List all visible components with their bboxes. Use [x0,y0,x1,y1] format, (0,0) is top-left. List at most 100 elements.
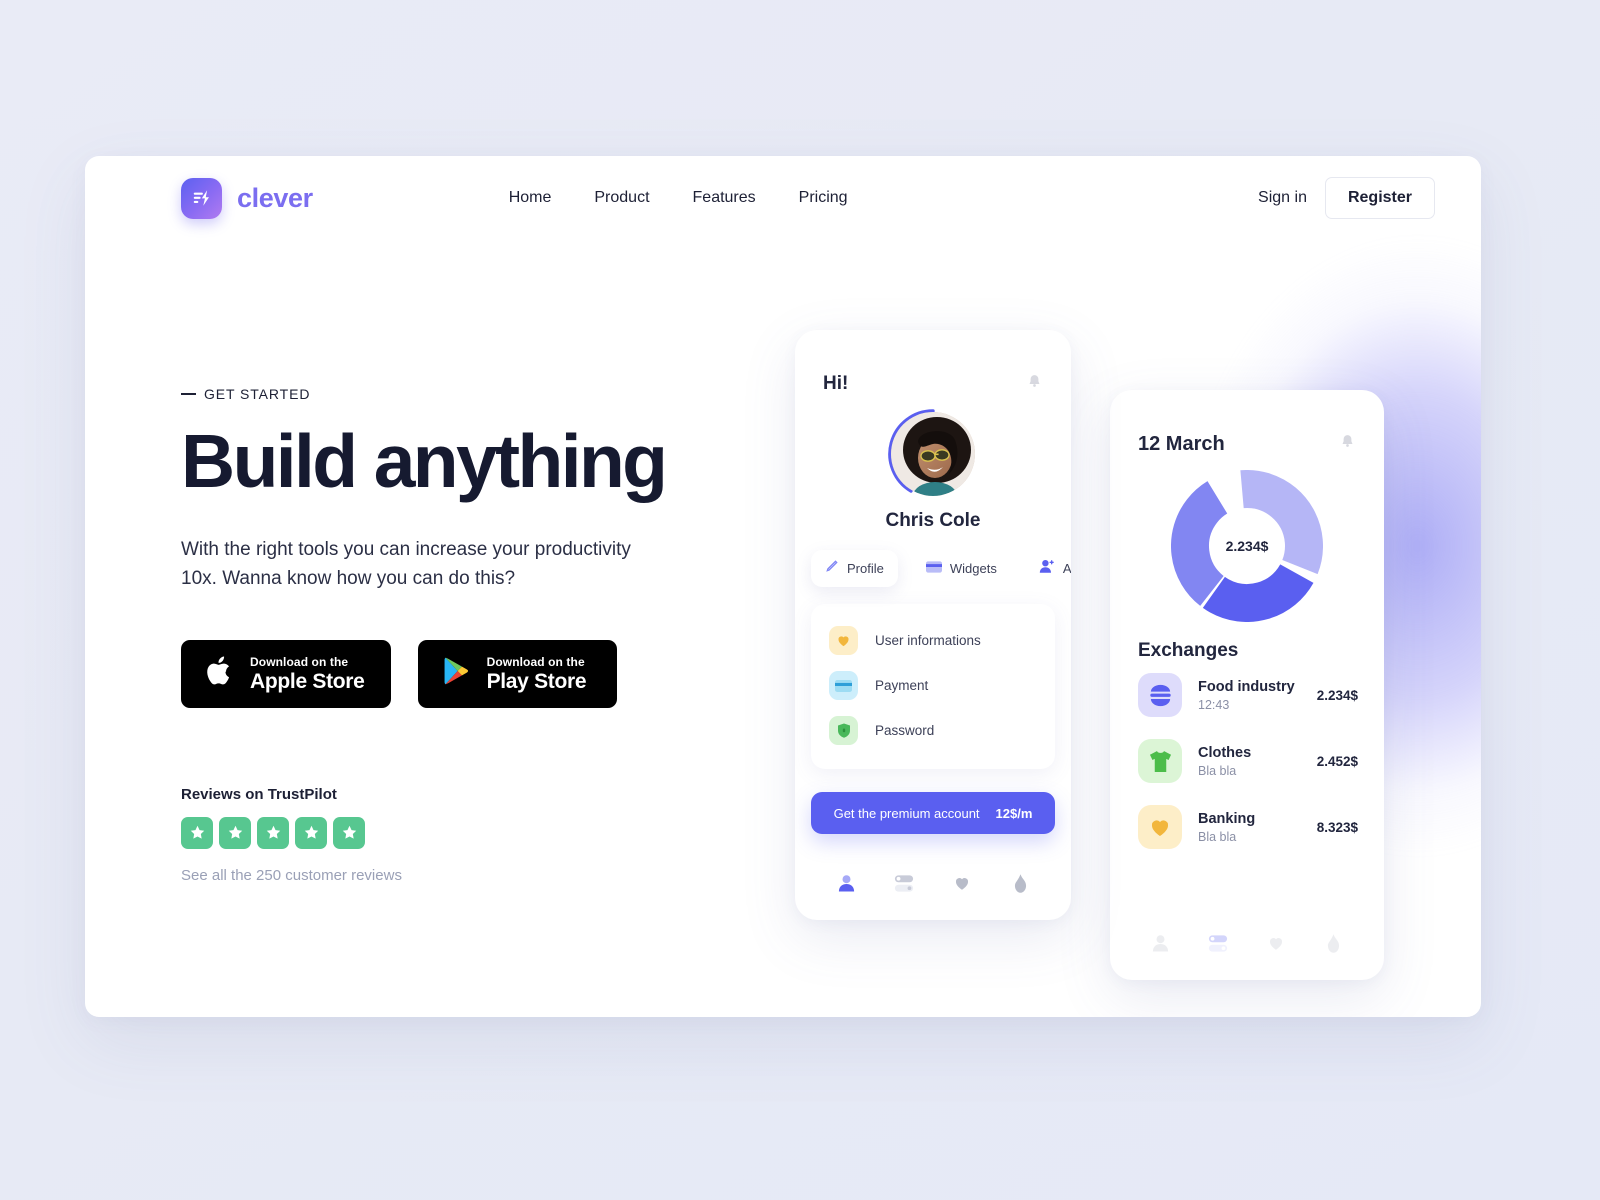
star-icon [181,816,213,849]
tab-add-friend[interactable]: Add frie [1025,550,1071,587]
donut-chart: 2.234$ [1171,470,1323,623]
exchange-sub: Bla bla [1198,763,1237,778]
eyebrow-dash [181,393,196,395]
table-row[interactable]: Food industry 12:43 2.234$ [1110,662,1384,728]
reviews-block: Reviews on TrustPilot See all the 250 cu… [181,786,801,884]
landing-page-card: clever Home Product Features Pricing Sig… [85,156,1481,1017]
premium-button[interactable]: Get the premium account 12$/m [811,792,1055,834]
main-nav: Home Product Features Pricing [509,189,848,207]
list-item[interactable]: Payment [811,663,1055,708]
toggles-icon[interactable] [889,870,919,896]
profile-card-header: Hi! [795,330,1071,395]
flame-icon[interactable] [1318,930,1348,956]
profile-bottom-nav [795,870,1071,896]
list-item[interactable]: User informations [811,618,1055,663]
user-name: Chris Cole [885,510,981,531]
nav-link-features[interactable]: Features [693,189,756,207]
hero-subtitle: With the right tools you can increase yo… [181,538,631,589]
heart-icon[interactable] [1261,930,1291,956]
exchange-name: Food industry [1198,678,1295,695]
reviews-link[interactable]: See all the 250 customer reviews [181,867,801,884]
play-store-small-label: Download on the [486,654,585,669]
star-icon [295,816,327,849]
exchange-amount: 8.323$ [1316,819,1358,835]
table-row[interactable]: Clothes Bla bla 2.452$ [1110,728,1384,794]
list-item-label: Password [875,723,935,738]
heart-icon [829,626,858,655]
star-icon [333,816,365,849]
sign-in-link[interactable]: Sign in [1258,189,1307,207]
premium-label: Get the premium account [833,805,980,821]
avatar-image [891,412,975,496]
star-rating [181,816,801,849]
brand-logo[interactable]: clever [181,177,313,219]
table-row[interactable]: Banking Bla bla 8.323$ [1110,794,1384,860]
google-play-icon [442,655,471,692]
apple-icon [205,654,234,693]
exchange-sub: Bla bla [1198,829,1237,844]
heart-icon[interactable] [947,870,977,896]
nav-link-product[interactable]: Product [594,189,649,207]
tab-profile[interactable]: Profile [811,550,898,587]
exchange-sub: 12:43 [1198,697,1230,712]
play-store-big-label: Play Store [486,670,587,694]
pen-icon [825,559,839,578]
apple-store-small-label: Download on the [250,654,349,669]
apple-store-button[interactable]: Download on the Apple Store [181,639,391,708]
premium-price: 12$/m [995,805,1033,821]
shield-icon [829,716,858,745]
bell-icon[interactable] [1339,433,1356,455]
hero-eyebrow: GET STARTED [181,386,801,402]
store-buttons: Download on the Apple Store Download on … [181,639,801,708]
star-icon [219,816,251,849]
exchange-text: Food industry 12:43 [1198,679,1317,712]
nav-link-pricing[interactable]: Pricing [799,189,848,207]
exchange-text: Clothes Bla bla [1198,745,1317,778]
tab-widgets-label: Widgets [949,561,997,576]
person-icon[interactable] [831,870,861,896]
exchange-amount: 2.234$ [1316,687,1358,703]
donut-center-label: 2.234$ [1225,538,1269,554]
tab-profile-label: Profile [847,561,884,576]
exchanges-section-title: Exchanges [1138,640,1239,661]
exchanges-bottom-nav [1110,930,1384,956]
burger-icon [1138,673,1182,717]
play-store-button[interactable]: Download on the Play Store [417,639,617,708]
add-friend-icon [1039,559,1055,578]
exchange-name: Clothes [1198,744,1252,761]
star-icon [257,816,289,849]
list-item-label: Payment [875,678,929,693]
exchange-amount: 2.452$ [1316,753,1358,769]
play-store-label: Download on the Play Store [487,653,587,694]
greeting-text: Hi! [823,373,849,394]
apple-store-big-label: Apple Store [250,670,365,694]
register-button[interactable]: Register [1324,177,1435,219]
site-header: clever Home Product Features Pricing Sig… [85,156,1481,240]
exchange-text: Banking Bla bla [1198,811,1317,844]
exchanges-card-header: 12 March [1110,390,1384,456]
bell-icon[interactable] [1026,373,1043,395]
header-actions: Sign in Register [1258,177,1435,219]
tab-widgets[interactable]: Widgets [912,551,1011,587]
list-item[interactable]: Password [811,708,1055,753]
list-item-label: User informations [875,633,981,648]
heart-icon [1138,805,1182,849]
flame-icon[interactable] [1005,870,1035,896]
reviews-title: Reviews on TrustPilot [181,785,337,803]
tab-add-friend-label: Add frie [1062,561,1071,576]
profile-phone-card: Hi! Chris Cole Profile Widgets A User in… [795,330,1071,920]
eyebrow-label: GET STARTED [204,386,311,402]
avatar [888,409,975,496]
nav-link-home[interactable]: Home [509,189,552,207]
person-icon[interactable] [1146,930,1176,956]
page-title: Build anything [181,419,668,503]
brand-name: clever [237,182,313,213]
date-label: 12 March [1138,433,1225,455]
profile-tabs: Profile Widgets A [795,550,1071,587]
settings-list: User informations Payment Password [811,604,1055,769]
toggles-icon[interactable] [1203,930,1233,956]
credit-card-icon [829,671,858,700]
apple-store-label: Download on the Apple Store [250,653,365,694]
lightning-bolt-icon [181,177,222,219]
exchange-name: Banking [1198,810,1256,827]
